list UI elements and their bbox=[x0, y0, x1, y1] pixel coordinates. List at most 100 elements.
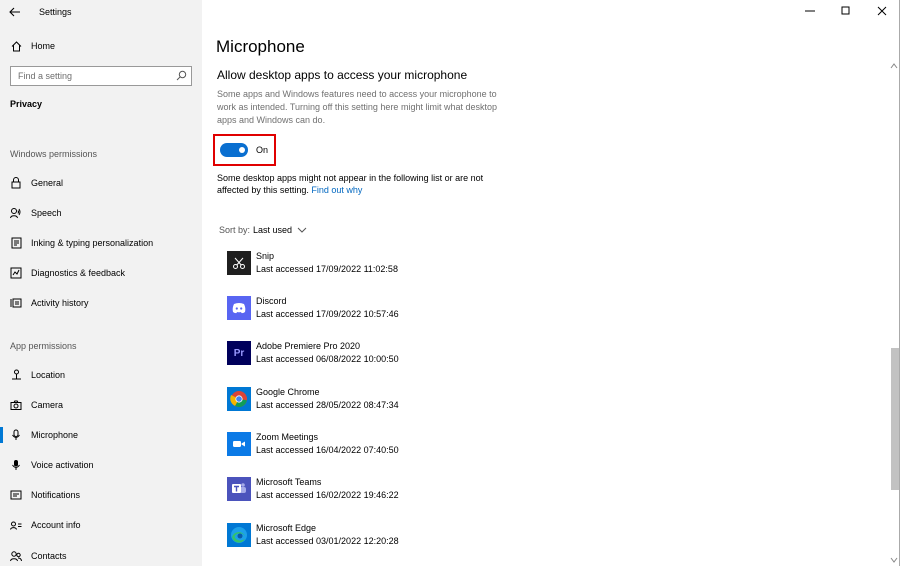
app-permissions-header: App permissions bbox=[10, 341, 77, 351]
list-item: Google Chrome Last accessed 28/05/2022 0… bbox=[227, 384, 527, 414]
sort-control: Sort by: Last used bbox=[219, 225, 308, 235]
sidebar-item-camera[interactable]: Camera bbox=[0, 393, 202, 417]
search-icon bbox=[176, 70, 187, 83]
discord-icon bbox=[227, 296, 251, 320]
inking-icon bbox=[10, 237, 22, 249]
app-name: Microsoft Edge bbox=[256, 523, 317, 533]
search-placeholder: Find a setting bbox=[18, 71, 73, 81]
microphone-icon bbox=[10, 429, 22, 441]
sidebar-item-label: Account info bbox=[31, 520, 81, 530]
sidebar-item-diagnostics[interactable]: Diagnostics & feedback bbox=[0, 261, 202, 285]
home-icon bbox=[10, 40, 22, 52]
maximize-icon bbox=[841, 6, 850, 15]
app-last-accessed: Last accessed 16/02/2022 19:46:22 bbox=[256, 490, 399, 500]
chevron-down-icon bbox=[890, 557, 898, 563]
sidebar-item-voice-activation[interactable]: Voice activation bbox=[0, 453, 202, 477]
title-bar: Settings bbox=[0, 0, 72, 24]
maximize-button[interactable] bbox=[828, 0, 864, 22]
app-name: Google Chrome bbox=[256, 387, 320, 397]
sidebar-item-home[interactable]: Home bbox=[0, 34, 202, 58]
sidebar-item-contacts[interactable]: Contacts bbox=[0, 544, 202, 566]
sidebar: Settings Home Find a setting Privacy Win… bbox=[0, 0, 202, 566]
sort-value: Last used bbox=[253, 225, 293, 235]
sidebar-item-label: Inking & typing personalization bbox=[31, 238, 154, 248]
teams-icon bbox=[227, 477, 251, 501]
sidebar-item-label: Activity history bbox=[31, 298, 89, 308]
sidebar-item-label: Diagnostics & feedback bbox=[31, 268, 126, 278]
sidebar-item-account-info[interactable]: Account info bbox=[0, 513, 202, 537]
desktop-apps-microphone-toggle[interactable] bbox=[220, 143, 248, 157]
voice-activation-icon bbox=[10, 459, 22, 471]
chevron-up-icon bbox=[890, 63, 898, 69]
sidebar-item-label: Home bbox=[31, 41, 56, 51]
find-out-why-link[interactable]: Find out why bbox=[311, 185, 362, 195]
sidebar-item-label: Microphone bbox=[31, 430, 79, 440]
sidebar-item-label: Camera bbox=[31, 400, 64, 410]
app-last-accessed: Last accessed 17/09/2022 10:57:46 bbox=[256, 309, 399, 319]
app-name: Microsoft Teams bbox=[256, 477, 322, 487]
notifications-icon bbox=[10, 489, 22, 501]
chrome-icon bbox=[227, 387, 251, 411]
app-last-accessed: Last accessed 28/05/2022 08:47:34 bbox=[256, 400, 399, 410]
page-title: Microphone bbox=[216, 37, 305, 56]
sidebar-item-microphone[interactable]: Microphone bbox=[0, 423, 202, 447]
speech-icon bbox=[10, 207, 22, 219]
minimize-button[interactable] bbox=[792, 0, 828, 22]
back-button[interactable] bbox=[0, 0, 30, 24]
sidebar-item-location[interactable]: Location bbox=[0, 363, 202, 387]
sidebar-item-label: Location bbox=[31, 370, 66, 380]
minimize-icon bbox=[805, 10, 815, 12]
sidebar-item-activity-history[interactable]: Activity history bbox=[0, 291, 202, 315]
edge-icon bbox=[227, 523, 251, 547]
windows-permissions-header: Windows permissions bbox=[10, 149, 98, 159]
sort-dropdown[interactable]: Last used bbox=[253, 225, 308, 235]
app-name: Snip bbox=[256, 251, 275, 261]
zoom-icon bbox=[227, 432, 251, 456]
sidebar-item-speech[interactable]: Speech bbox=[0, 201, 202, 225]
snip-icon bbox=[227, 251, 251, 275]
sidebar-item-label: Voice activation bbox=[31, 460, 94, 470]
toggle-highlight-box: On bbox=[213, 134, 276, 166]
list-item: Microsoft Edge Last accessed 03/01/2022 … bbox=[227, 520, 527, 550]
app-last-accessed: Last accessed 17/09/2022 11:02:58 bbox=[256, 264, 398, 274]
sort-label: Sort by: bbox=[219, 225, 251, 235]
account-info-icon bbox=[10, 519, 22, 531]
camera-icon bbox=[10, 399, 22, 411]
window-controls bbox=[792, 0, 900, 22]
lock-icon bbox=[10, 177, 22, 189]
main-content: Microphone Allow desktop apps to access … bbox=[202, 0, 900, 566]
toggle-state-label: On bbox=[256, 145, 269, 155]
section-title: Allow desktop apps to access your microp… bbox=[217, 68, 468, 82]
close-button[interactable] bbox=[864, 0, 900, 22]
app-last-accessed: Last accessed 16/04/2022 07:40:50 bbox=[256, 445, 399, 455]
app-name: Discord bbox=[256, 296, 287, 306]
activity-icon bbox=[10, 297, 22, 309]
toggle-knob bbox=[239, 147, 245, 153]
location-icon bbox=[10, 369, 22, 381]
category-title: Privacy bbox=[10, 99, 43, 109]
window-title: Settings bbox=[39, 7, 72, 17]
premiere-icon: Pr bbox=[227, 341, 251, 365]
chevron-down-icon bbox=[297, 227, 307, 233]
list-item: Pr Adobe Premiere Pro 2020 Last accessed… bbox=[227, 338, 527, 368]
back-arrow-icon bbox=[9, 7, 20, 17]
sidebar-item-label: Contacts bbox=[31, 551, 67, 561]
list-item: Zoom Meetings Last accessed 16/04/2022 0… bbox=[227, 429, 527, 459]
app-name: Zoom Meetings bbox=[256, 432, 319, 442]
search-input[interactable]: Find a setting bbox=[10, 66, 192, 86]
sidebar-item-label: Notifications bbox=[31, 490, 81, 500]
sidebar-item-inking[interactable]: Inking & typing personalization bbox=[0, 231, 202, 255]
section-description: Some apps and Windows features need to a… bbox=[217, 89, 497, 125]
app-last-accessed: Last accessed 06/08/2022 10:00:50 bbox=[256, 354, 399, 364]
sidebar-item-notifications[interactable]: Notifications bbox=[0, 483, 202, 507]
app-name: Adobe Premiere Pro 2020 bbox=[256, 341, 361, 351]
app-last-accessed: Last accessed 03/01/2022 12:20:28 bbox=[256, 536, 399, 546]
list-item: Snip Last accessed 17/09/2022 11:02:58 bbox=[227, 248, 527, 278]
list-item: Discord Last accessed 17/09/2022 10:57:4… bbox=[227, 293, 527, 323]
sidebar-item-label: Speech bbox=[31, 208, 62, 218]
sidebar-item-general[interactable]: General bbox=[0, 171, 202, 195]
sidebar-item-label: General bbox=[31, 178, 64, 188]
scrollbar-thumb[interactable] bbox=[891, 348, 899, 490]
contacts-icon bbox=[10, 550, 22, 562]
diagnostics-icon bbox=[10, 267, 22, 279]
